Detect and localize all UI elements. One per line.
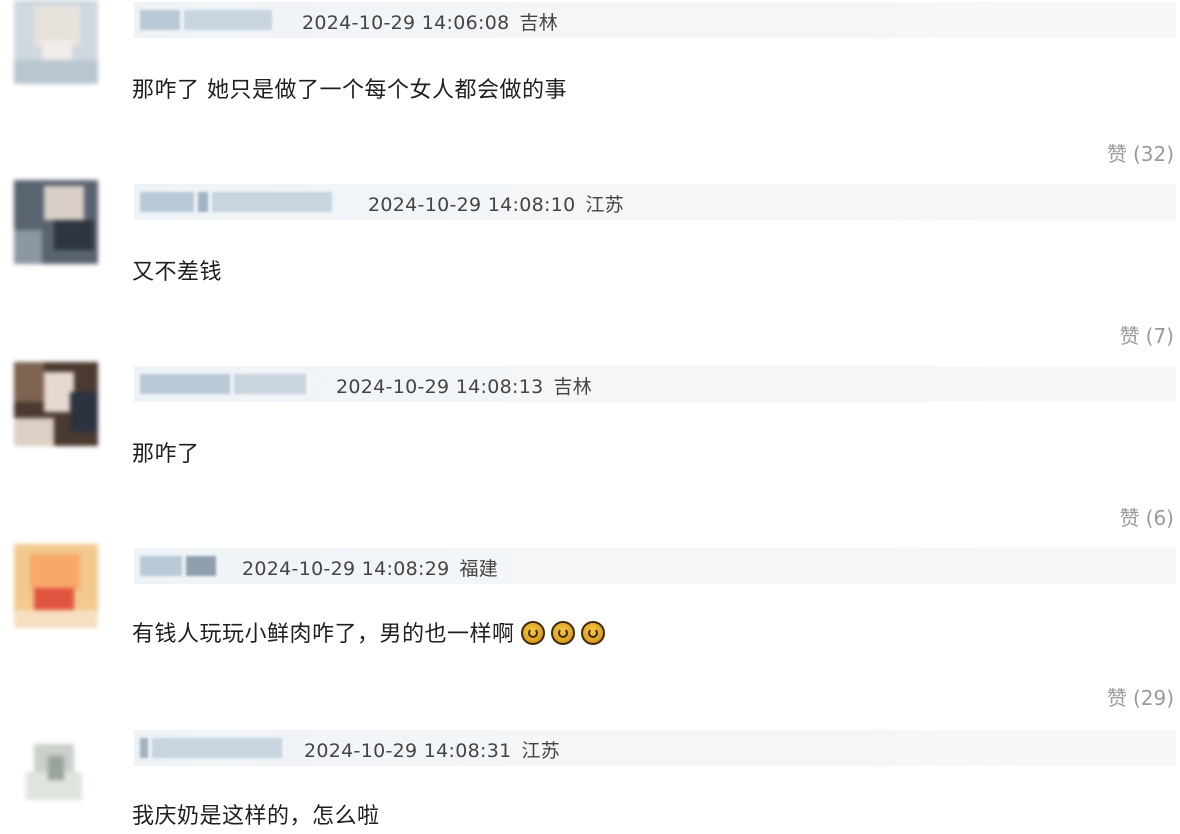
username-blurred[interactable] [140,556,216,576]
like-label: 赞 [1106,686,1127,710]
username-blurred[interactable] [140,374,306,394]
comment-location: 吉林 [553,376,593,398]
comment-time: 2024-10-29 14:08:10 [368,194,576,216]
comment-list: 2024-10-29 14:06:08 吉林 那咋了 她只是做了一个每个女人都会做… [0,0,1180,834]
grin-emoji-icon [550,621,575,645]
avatar[interactable] [14,0,98,84]
comment-time: 2024-10-29 14:08:13 [336,376,544,398]
like-button[interactable]: 赞 (32) [1107,138,1174,167]
like-label: 赞 [1106,142,1127,166]
comment-time: 2024-10-29 14:08:31 [304,740,512,762]
like-count: (32) [1132,142,1174,166]
comment-meta: 2024-10-29 14:06:08 吉林 [302,8,558,35]
like-button[interactable]: 赞 (6) [1120,502,1174,531]
comment-text: 那咋了 [132,442,200,467]
comment-header: 2024-10-29 14:08:29 福建 [134,548,1176,584]
comment-meta: 2024-10-29 14:08:29 福建 [242,554,498,581]
comment-text: 那咋了 她只是做了一个每个女人都会做的事 [132,78,567,103]
comment-text: 有钱人玩玩小鲜肉咋了，男的也一样啊 [132,616,605,648]
grin-emoji-icon [520,621,545,645]
comment-location: 福建 [459,558,499,580]
comment-location: 江苏 [585,194,625,216]
like-label: 赞 [1119,324,1140,348]
comment-text: 我庆奶是这样的，怎么啦 [132,804,380,829]
comment-text: 又不差钱 [132,260,223,285]
comment-meta: 2024-10-29 14:08:13 吉林 [336,372,592,399]
like-button[interactable]: 赞 (7) [1120,320,1174,349]
comment-location: 吉林 [519,12,559,34]
like-count: (7) [1145,324,1174,348]
comment-location: 江苏 [521,740,561,762]
like-count: (29) [1132,686,1174,710]
username-blurred[interactable] [140,738,282,758]
avatar[interactable] [14,180,98,264]
like-count: (6) [1145,506,1174,530]
comment-meta: 2024-10-29 14:08:31 江苏 [304,736,560,763]
comment-header: 2024-10-29 14:06:08 吉林 [134,2,1176,38]
comment-header: 2024-10-29 14:08:10 江苏 [134,184,1176,220]
like-label: 赞 [1119,506,1140,530]
username-blurred[interactable] [140,192,332,212]
comment-time: 2024-10-29 14:06:08 [302,12,510,34]
avatar[interactable] [20,736,90,806]
comment-header: 2024-10-29 14:08:13 吉林 [134,366,1176,402]
comment-time: 2024-10-29 14:08:29 [242,558,450,580]
comment-text-content: 有钱人玩玩小鲜肉咋了，男的也一样啊 [132,622,515,647]
avatar[interactable] [14,362,98,446]
grin-emoji-icon [580,621,605,645]
comment-meta: 2024-10-29 14:08:10 江苏 [368,190,624,217]
comment-header: 2024-10-29 14:08:31 江苏 [134,730,1176,766]
avatar[interactable] [14,544,98,628]
username-blurred[interactable] [140,10,272,30]
like-button[interactable]: 赞 (29) [1107,682,1174,711]
